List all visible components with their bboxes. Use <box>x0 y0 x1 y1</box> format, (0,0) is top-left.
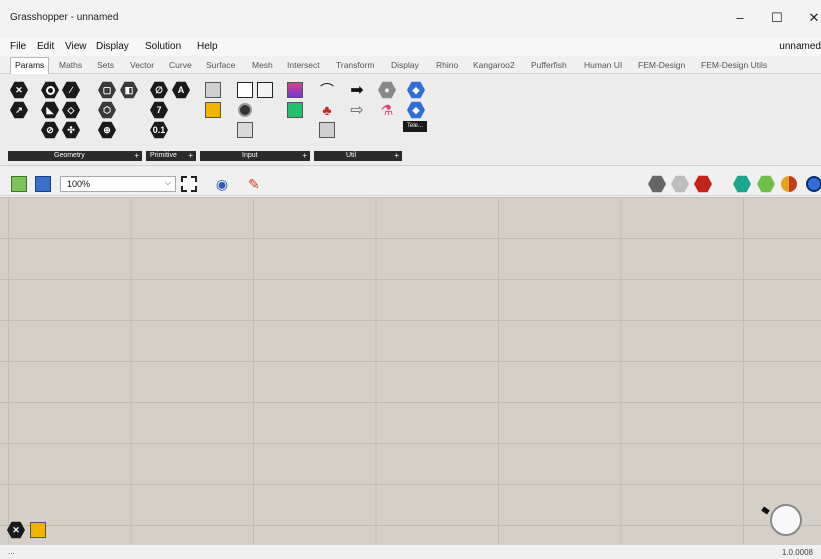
sketch-pen-icon[interactable]: ✎ <box>245 175 263 193</box>
digit-scroller-icon[interactable] <box>236 121 254 139</box>
preview-selected-icon[interactable] <box>733 175 751 193</box>
close-hex-icon[interactable]: ✕ <box>7 521 25 539</box>
menu-bar: File Edit View Display Solution Help unn… <box>0 38 821 56</box>
geometry-icon[interactable]: ✕ <box>10 81 28 99</box>
tab-pufferfish[interactable]: Pufferfish <box>531 60 567 70</box>
tab-fem-design[interactable]: FEM-Design <box>638 60 685 70</box>
minimize-button[interactable]: – <box>726 8 754 28</box>
navigation-dial[interactable] <box>770 504 802 536</box>
tab-kangaroo2[interactable]: Kangaroo2 <box>473 60 515 70</box>
panel-expand-icon[interactable]: + <box>302 151 307 161</box>
chevron-down-icon: ⌵ <box>164 178 171 187</box>
scribble-icon[interactable]: ⌒ <box>318 81 336 99</box>
telepathy-receiver-icon[interactable]: ◆ <box>407 101 425 119</box>
curve-param-icon[interactable]: ∕ <box>62 81 80 99</box>
telepathy-sender-icon[interactable]: ◆ <box>407 81 425 99</box>
preview-mesh-icon[interactable] <box>757 175 775 193</box>
button-icon[interactable] <box>236 101 254 119</box>
relay-icon[interactable]: ⇨ <box>348 101 366 119</box>
gradient-icon[interactable] <box>286 101 304 119</box>
canvas-toolbar: 100% ⌵ ◉ ✎ <box>0 172 821 196</box>
ribbon-panel-area: ✕ ∕ ▢ ◧ ↗ ◣ ◇ ⬡ ⊘ ✣ ⊕ ∅ A 7 0.1 ⌒ ➡ ● ♣ … <box>0 74 821 166</box>
navigation-dot-icon <box>761 506 770 515</box>
color-swatch-icon[interactable] <box>286 81 304 99</box>
menu-help[interactable]: Help <box>197 41 218 52</box>
grasshopper-canvas[interactable]: ✕ <box>0 197 821 545</box>
zoom-extents-icon[interactable] <box>180 175 198 193</box>
tab-fem-design-utils[interactable]: FEM-Design Utils <box>701 60 767 70</box>
tab-maths[interactable]: Maths <box>59 60 82 70</box>
menu-solution[interactable]: Solution <box>145 41 181 52</box>
panel-expand-icon[interactable]: + <box>134 151 139 161</box>
panel-label-geometry[interactable]: Geometry + <box>8 151 142 161</box>
integer-param-icon[interactable]: 7 <box>150 101 168 119</box>
save-file-icon[interactable] <box>34 175 52 193</box>
brep-param-icon[interactable]: ◧ <box>120 81 138 99</box>
cherry-picker-icon[interactable]: ♣ <box>318 101 336 119</box>
title-bar: Grasshopper - unnamed – ☐ ✕ <box>0 0 821 34</box>
mesh-param-icon[interactable]: ◣ <box>41 101 59 119</box>
tab-transform[interactable]: Transform <box>336 60 374 70</box>
panel-label-util[interactable]: Util + <box>314 151 402 161</box>
zoom-level-value: 100% <box>67 179 91 189</box>
tab-params[interactable]: Params <box>10 57 50 74</box>
document-name: unnamed <box>779 41 821 52</box>
plane-param-icon[interactable]: ◇ <box>62 101 80 119</box>
preview-eye-icon[interactable]: ◉ <box>213 175 231 193</box>
panel-expand-icon[interactable]: + <box>188 151 193 161</box>
panel-label-primitive[interactable]: Primitive + <box>146 151 196 161</box>
ribbon-tab-bar: Params Maths Sets Vector Curve Surface M… <box>0 57 821 74</box>
data-dam-icon[interactable]: ● <box>378 81 396 99</box>
tab-display[interactable]: Display <box>391 60 419 70</box>
number-param-icon[interactable]: 0.1 <box>150 121 168 139</box>
status-text: ... <box>8 547 15 556</box>
circle-param-icon[interactable] <box>41 81 59 99</box>
transform-param-icon[interactable]: ✣ <box>62 121 80 139</box>
version-label: 1.0.0008 <box>781 548 813 557</box>
flask-icon[interactable]: ⚗ <box>378 101 396 119</box>
panel-label-input[interactable]: Input + <box>200 151 310 161</box>
preview-color-icon[interactable] <box>780 175 798 193</box>
slider-chart-icon[interactable] <box>29 521 47 539</box>
line-param-icon[interactable]: ↗ <box>10 101 28 119</box>
field-param-icon[interactable]: ⊘ <box>41 121 59 139</box>
window-title: Grasshopper - unnamed <box>10 12 119 23</box>
menu-view[interactable]: View <box>65 41 87 52</box>
tab-sets[interactable]: Sets <box>97 60 114 70</box>
value-list-icon[interactable] <box>256 81 274 99</box>
preview-off-icon[interactable] <box>648 175 666 193</box>
menu-file[interactable]: File <box>10 41 26 52</box>
jump-icon[interactable]: ➡ <box>348 81 366 99</box>
boolean-param-icon[interactable]: ∅ <box>150 81 168 99</box>
atom-param-icon[interactable]: ⊕ <box>98 121 116 139</box>
tab-curve[interactable]: Curve <box>169 60 192 70</box>
boolean-toggle-icon[interactable] <box>236 81 254 99</box>
preview-sphere-icon[interactable] <box>805 175 821 193</box>
maximize-button[interactable]: ☐ <box>763 8 791 28</box>
tele-label: Tele... <box>403 121 427 132</box>
preview-wireframe-icon[interactable] <box>671 175 689 193</box>
tree-icon[interactable] <box>318 121 336 139</box>
status-bar: ... 1.0.0008 <box>0 545 821 559</box>
panel-expand-icon[interactable]: + <box>394 151 399 161</box>
close-button[interactable]: ✕ <box>800 8 821 28</box>
group-param-icon[interactable]: ⬡ <box>98 101 116 119</box>
tab-vector[interactable]: Vector <box>130 60 154 70</box>
menu-edit[interactable]: Edit <box>37 41 54 52</box>
menu-display[interactable]: Display <box>96 41 129 52</box>
open-file-icon[interactable] <box>10 175 28 193</box>
graph-mapper-icon[interactable] <box>204 101 222 119</box>
slider-icon[interactable] <box>204 81 222 99</box>
text-param-icon[interactable]: A <box>172 81 190 99</box>
tab-human-ui[interactable]: Human UI <box>584 60 622 70</box>
surface-param-icon[interactable]: ▢ <box>98 81 116 99</box>
tab-intersect[interactable]: Intersect <box>287 60 320 70</box>
preview-shaded-icon[interactable] <box>694 175 712 193</box>
tab-mesh[interactable]: Mesh <box>252 60 273 70</box>
tab-rhino[interactable]: Rhino <box>436 60 458 70</box>
zoom-level-select[interactable]: 100% ⌵ <box>60 176 176 192</box>
tab-surface[interactable]: Surface <box>206 60 235 70</box>
